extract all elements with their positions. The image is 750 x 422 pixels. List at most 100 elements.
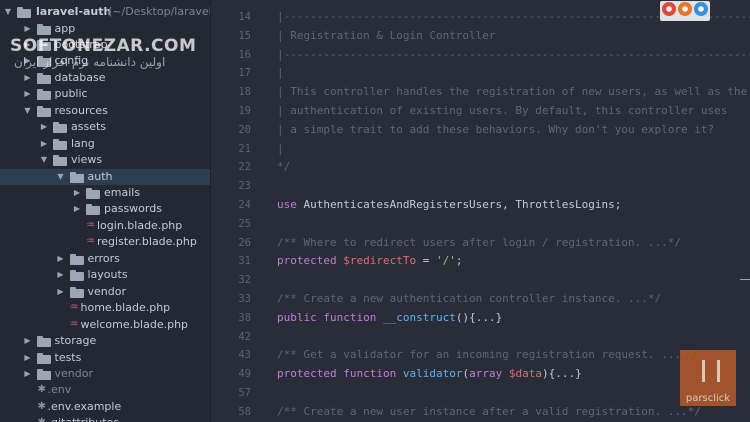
tree-item-label: views: [71, 153, 103, 167]
chrome-icon[interactable]: [662, 2, 676, 16]
code-line[interactable]: |: [277, 140, 284, 158]
chevron-right-icon[interactable]: ▶: [39, 136, 49, 152]
chevron-right-icon[interactable]: ▶: [39, 119, 49, 135]
chevron-right-icon[interactable]: ▶: [56, 267, 66, 283]
chevron-right-icon[interactable]: ▶: [23, 21, 33, 37]
folder-icon: [69, 253, 84, 265]
tree-item-views[interactable]: ▼ views: [0, 152, 210, 168]
tree-item-passwords[interactable]: ▶ passwords: [0, 201, 210, 217]
tree-item-lang[interactable]: ▶ lang: [0, 136, 210, 152]
line-number: 42: [238, 330, 251, 343]
chevron-right-icon[interactable]: ▶: [23, 70, 33, 86]
tree-item-tests[interactable]: ▶ tests: [0, 350, 210, 366]
chevron-down-icon[interactable]: ▼: [39, 152, 49, 168]
tree-item-resources[interactable]: ▼ resources: [0, 103, 210, 119]
tree-item-label: resources: [54, 103, 108, 117]
folder-icon: [86, 188, 100, 199]
folder-icon: [17, 7, 31, 18]
logo-text: parsclick: [685, 393, 731, 404]
chevron-right-icon[interactable]: ▶: [23, 333, 33, 349]
tree-item-public[interactable]: ▶ public: [0, 86, 210, 102]
tree-item-register-blade-php[interactable]: ♒ register.blade.php: [0, 234, 210, 250]
chevron-right-icon[interactable]: ▶: [23, 366, 33, 382]
code-line[interactable]: */: [277, 158, 290, 176]
line-number: 31: [238, 255, 251, 268]
parsclick-logo: parsclick: [680, 350, 736, 406]
code-line[interactable]: public function __construct(){...}: [277, 309, 502, 327]
blade-file-icon: ♒: [86, 236, 95, 248]
folder-icon: [36, 352, 51, 364]
line-number: 25: [238, 217, 251, 230]
tree-item-label: home.blade.php: [80, 301, 171, 315]
tree-item-label: register.blade.php: [97, 235, 197, 249]
tree-item-label: passwords: [104, 202, 162, 216]
chevron-down-icon[interactable]: ▼: [3, 4, 13, 20]
line-number: 23: [238, 180, 251, 193]
line-number: 21: [238, 142, 251, 155]
blade-file-icon: ♒: [69, 302, 79, 314]
dotfile-icon: ✱: [37, 384, 46, 396]
tree-item-database[interactable]: ▶ database: [0, 70, 210, 86]
line-number: 22: [238, 161, 251, 174]
code-line[interactable]: | Registration & Login Controller: [277, 27, 496, 45]
code-line[interactable]: /** Get a validator for an incoming regi…: [277, 346, 694, 364]
chevron-right-icon[interactable]: ▶: [23, 350, 33, 366]
folder-icon: [53, 155, 67, 167]
tree-item-auth[interactable]: ▼ auth: [0, 168, 210, 185]
code-line[interactable]: | a simple trait to add these behaviors.…: [277, 121, 714, 139]
code-line[interactable]: | authentication of existing users. By d…: [277, 102, 727, 120]
chevron-right-icon[interactable]: ▶: [56, 251, 66, 267]
tree-item-welcome-blade-php[interactable]: ♒ welcome.blade.php: [0, 317, 210, 333]
code-line[interactable]: | This controller handles the registrati…: [277, 83, 747, 101]
code-line[interactable]: /** Create a new authentication controll…: [277, 290, 661, 308]
line-number: 58: [238, 405, 251, 418]
tree-item-label: app: [54, 21, 76, 35]
chevron-right-icon[interactable]: ▶: [72, 201, 82, 217]
line-number: 49: [238, 368, 251, 381]
code-line[interactable]: protected function validator(array $data…: [277, 365, 582, 383]
tree-item-vendor[interactable]: ▶ vendor: [0, 284, 210, 300]
chevron-down-icon[interactable]: ▼: [23, 103, 33, 119]
tree-item-home-blade-php[interactable]: ♒ home.blade.php: [0, 300, 210, 316]
tree-item-label: login.blade.php: [97, 218, 183, 232]
safari-icon[interactable]: [694, 2, 708, 16]
chevron-right-icon[interactable]: ▶: [72, 185, 82, 201]
tree-item-emails[interactable]: ▶ emails: [0, 185, 210, 201]
tree-item-label: vendor: [87, 284, 126, 298]
tree-item-vendor[interactable]: ▶ vendor: [0, 366, 210, 382]
code-line[interactable]: |---------------------------------------…: [277, 46, 750, 64]
tree-item-app[interactable]: ▶ app: [0, 21, 210, 37]
tree-item-layouts[interactable]: ▶ layouts: [0, 267, 210, 283]
chevron-right-icon[interactable]: ▶: [23, 86, 33, 102]
tree-item-assets[interactable]: ▶ assets: [0, 119, 210, 135]
code-line[interactable]: use AuthenticatesAndRegistersUsers, Thro…: [277, 196, 621, 214]
line-number: 32: [238, 274, 251, 287]
tree-item-storage[interactable]: ▶ storage: [0, 333, 210, 349]
line-number: 24: [238, 199, 251, 211]
tree-item-label: tests: [54, 350, 82, 364]
tree-item-env-example[interactable]: ✱ .env.example: [0, 399, 210, 415]
folder-icon: [69, 270, 84, 282]
code-line[interactable]: /** Create a new user instance after a v…: [277, 403, 701, 421]
folder-icon: [36, 105, 51, 117]
folder-icon: [36, 368, 51, 380]
tree-item-label: assets: [71, 120, 107, 134]
tree-item-env[interactable]: ✱ .env: [0, 382, 210, 398]
code-editor[interactable]: 14 15 16 17 18 19 20 21 22 23 24 25 26 31 32 33 38 42 43 49…: [211, 0, 750, 422]
dotfile-icon: ✱: [37, 400, 46, 412]
line-number: 18: [238, 86, 251, 99]
tree-item-login-blade-php[interactable]: ♒ login.blade.php: [0, 218, 210, 234]
firefox-icon[interactable]: [678, 2, 692, 16]
code-line[interactable]: /** Where to redirect users after login …: [277, 234, 681, 252]
code-line[interactable]: |: [277, 64, 284, 82]
folder-icon: [53, 138, 67, 150]
folder-icon: [86, 204, 100, 216]
tree-item-gitattributes[interactable]: ✱.gitattributes: [0, 415, 210, 422]
scroll-marker[interactable]: [740, 279, 750, 280]
chevron-right-icon[interactable]: ▶: [56, 284, 66, 300]
code-line[interactable]: protected $redirectTo = '/';: [277, 252, 462, 270]
chevron-down-icon[interactable]: ▼: [56, 169, 66, 185]
tree-item-label: public: [54, 87, 88, 101]
tree-item-errors[interactable]: ▶ errors: [0, 251, 210, 267]
tree-root[interactable]: ▼ laravel-auth (~/Desktop/laravel-a: [0, 4, 210, 20]
